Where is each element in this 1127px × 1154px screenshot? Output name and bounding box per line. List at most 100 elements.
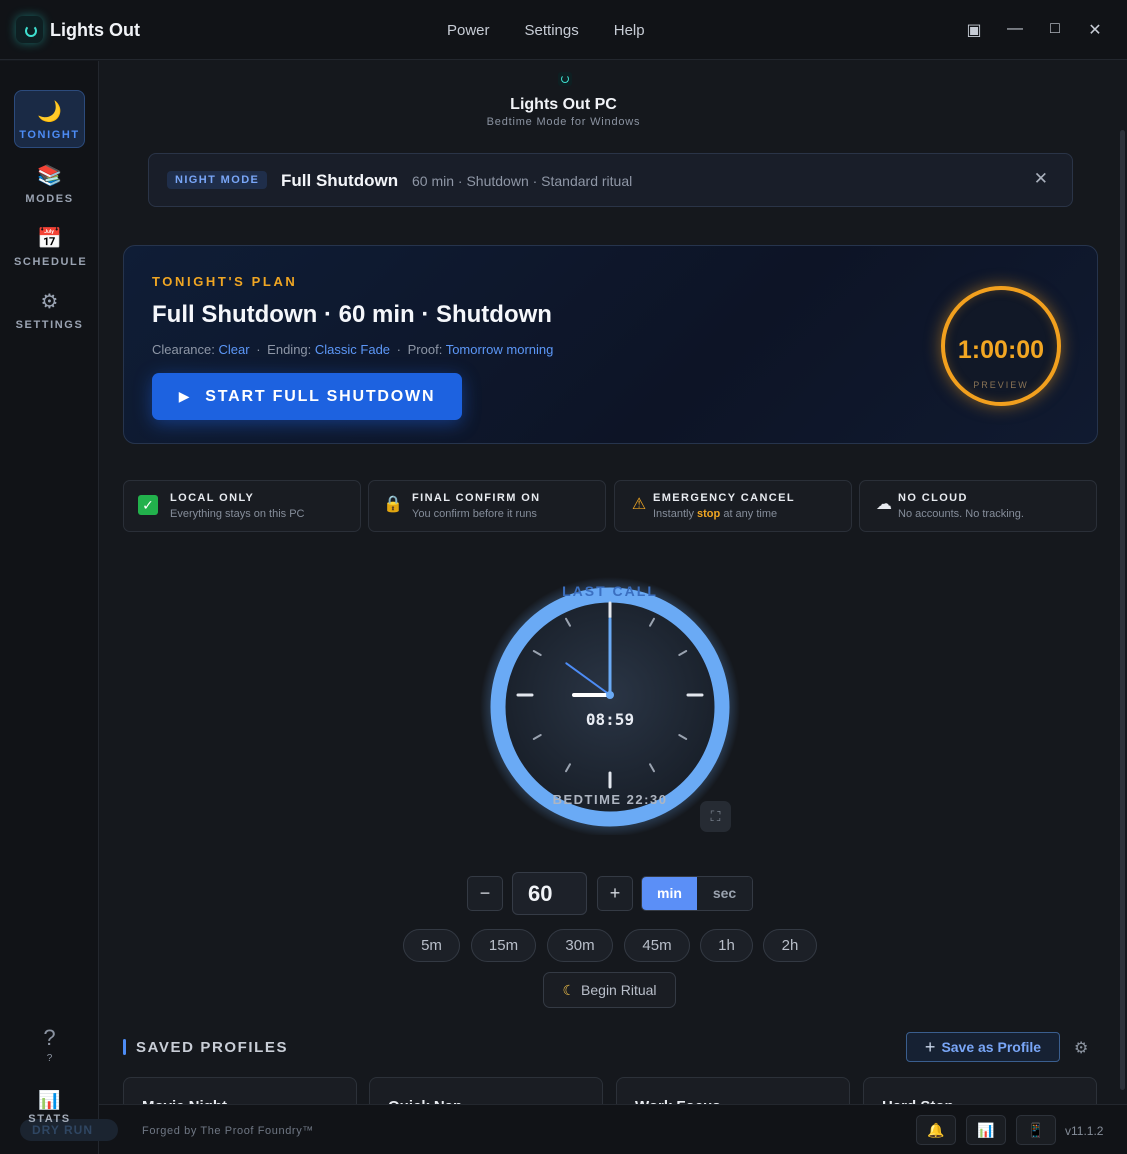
night-mode-title: Full Shutdown [281, 171, 399, 190]
menu-bar: Power Settings Help [447, 22, 645, 39]
preview-timer: 1:00:00 PREVIEW [941, 286, 1061, 406]
night-mode-badge: NIGHT MODE [167, 171, 268, 189]
pin-window-button[interactable]: ▣ [964, 20, 984, 40]
last-call-label: LAST CALL [562, 583, 658, 599]
proof-label: Proof: [407, 342, 443, 357]
minimize-button[interactable]: — [1005, 20, 1025, 38]
proof-value[interactable]: Tomorrow morning [446, 342, 554, 357]
title-bar: Lights Out Power Settings Help ▣ — □ ✕ [0, 0, 1127, 60]
analog-clock: LAST CALL 08:59 BEDTIME 22:30 [479, 573, 741, 835]
preview-time: 1:00:00 [957, 336, 1045, 364]
fullscreen-icon[interactable]: ⛶ [700, 801, 731, 832]
gear-icon: ⚙ [40, 291, 59, 313]
increase-duration-button[interactable]: + [597, 876, 633, 911]
duration-input[interactable]: 60 [512, 872, 587, 915]
close-icon[interactable]: ✕ [1034, 169, 1048, 189]
preset-30m[interactable]: 30m [547, 929, 613, 962]
menu-power[interactable]: Power [447, 22, 490, 39]
app-logo-icon [16, 16, 43, 43]
clearance-label: Clearance: [152, 342, 215, 357]
lock-icon: 🔒 [383, 496, 403, 513]
feature-subtitle: Instantly stop at any time [653, 508, 778, 520]
unit-sec-button[interactable]: sec [697, 877, 752, 910]
ending-value[interactable]: Classic Fade [315, 342, 390, 357]
start-button-label: START FULL SHUTDOWN [205, 387, 436, 405]
unit-min-button[interactable]: min [642, 877, 697, 910]
clearance-value[interactable]: Clear [219, 342, 250, 357]
preset-45m[interactable]: 45m [624, 929, 690, 962]
brand-logo-icon [558, 72, 572, 86]
clock-digital-time: 08:59 [585, 710, 635, 729]
feature-subtitle: No accounts. No tracking. [898, 508, 1024, 520]
feature-title: NO CLOUD [898, 492, 968, 504]
sidebar-item-label: SCHEDULE [14, 256, 88, 268]
sidebar-item-help[interactable]: ? ? [14, 1025, 85, 1064]
night-mode-banner: NIGHT MODE Full Shutdown 60 min · Shutdo… [148, 153, 1073, 207]
bell-icon[interactable]: 🔔 [916, 1115, 956, 1145]
sidebar-item-stats[interactable]: 📊 STATS [14, 1090, 85, 1125]
chart-icon[interactable]: 📊 [966, 1115, 1006, 1145]
preset-2h[interactable]: 2h [763, 929, 817, 962]
clock-center-pin [606, 691, 614, 699]
sidebar-item-modes[interactable]: 📚 MODES [14, 155, 85, 213]
feature-subtitle: You confirm before it runs [412, 508, 537, 520]
night-mode-description: 60 min · Shutdown · Standard ritual [412, 173, 633, 189]
check-icon: ✓ [138, 495, 158, 515]
begin-ritual-button[interactable]: ☾ Begin Ritual [543, 972, 676, 1008]
help-label: ? [46, 1053, 53, 1064]
app-title: Lights Out [50, 20, 140, 40]
feature-title: LOCAL ONLY [170, 492, 255, 504]
calendar-icon: 📅 [37, 228, 62, 250]
brand-subtitle: Bedtime Mode for Windows [486, 116, 641, 128]
preset-1h[interactable]: 1h [700, 929, 753, 962]
preview-label: PREVIEW [973, 380, 1029, 390]
status-bar: Forged by The Proof Foundry™ 🔔 📊 📱 v11.1… [99, 1104, 1127, 1154]
close-window-button[interactable]: ✕ [1085, 20, 1105, 40]
sidebar-item-label: TONIGHT [19, 129, 80, 141]
sidebar-item-schedule[interactable]: 📅 SCHEDULE [14, 218, 88, 276]
maximize-button[interactable]: □ [1045, 20, 1065, 38]
gear-icon[interactable]: ⚙ [1074, 1038, 1088, 1058]
preset-5m[interactable]: 5m [403, 929, 460, 962]
decrease-duration-button[interactable]: − [467, 876, 503, 911]
play-icon: ▶ [178, 388, 192, 404]
warning-icon: ⚠ [631, 496, 647, 513]
feature-no-cloud: ☁ NO CLOUD No accounts. No tracking. [859, 480, 1097, 532]
sidebar-item-label: SETTINGS [15, 319, 84, 331]
moon-icon: ☾ [562, 982, 576, 998]
question-icon: ? [43, 1025, 56, 1050]
feature-local-only: ✓ LOCAL ONLY Everything stays on this PC [123, 480, 361, 532]
feature-final-confirm: 🔒 FINAL CONFIRM ON You confirm before it… [368, 480, 606, 532]
plan-title: Full Shutdown · 60 min · Shutdown [152, 301, 552, 328]
save-profile-label: Save as Profile [941, 1039, 1042, 1055]
plan-kicker: TONIGHT'S PLAN [152, 274, 298, 289]
save-as-profile-button[interactable]: + Save as Profile [906, 1032, 1060, 1062]
chart-icon: 📊 [38, 1090, 61, 1110]
forged-by-label: Forged by The Proof Foundry™ [142, 1125, 314, 1137]
phone-icon[interactable]: 📱 [1016, 1115, 1056, 1145]
section-accent-bar [123, 1039, 126, 1055]
scrollbar-thumb[interactable] [1120, 130, 1125, 1090]
saved-profiles-title: SAVED PROFILES [136, 1039, 289, 1056]
menu-help[interactable]: Help [614, 22, 645, 39]
start-full-shutdown-button[interactable]: ▶ START FULL SHUTDOWN [152, 373, 462, 420]
sidebar-item-label: MODES [25, 193, 74, 205]
plus-icon: + [924, 1037, 936, 1057]
brand-name: Lights Out PC [510, 96, 617, 113]
ending-label: Ending: [267, 342, 312, 357]
feature-emergency-cancel: ⚠ EMERGENCY CANCEL Instantly stop at any… [614, 480, 852, 532]
plan-meta: Clearance: Clear · Ending: Classic Fade … [152, 342, 554, 357]
preset-15m[interactable]: 15m [471, 929, 536, 962]
menu-settings[interactable]: Settings [525, 22, 579, 39]
feature-title: EMERGENCY CANCEL [653, 492, 795, 504]
tonight-plan-card: TONIGHT'S PLAN Full Shutdown · 60 min · … [123, 245, 1098, 444]
books-icon: 📚 [37, 165, 62, 187]
begin-ritual-label: Begin Ritual [581, 982, 657, 998]
feature-subtitle: Everything stays on this PC [170, 508, 305, 520]
sidebar-item-label: STATS [28, 1113, 71, 1125]
version-label: v11.1.2 [1065, 1124, 1104, 1138]
feature-title: FINAL CONFIRM ON [412, 492, 541, 504]
sidebar-item-settings[interactable]: ⚙ SETTINGS [14, 281, 85, 339]
unit-toggle: min sec [641, 876, 753, 911]
cloud-icon: ☁ [876, 496, 892, 513]
